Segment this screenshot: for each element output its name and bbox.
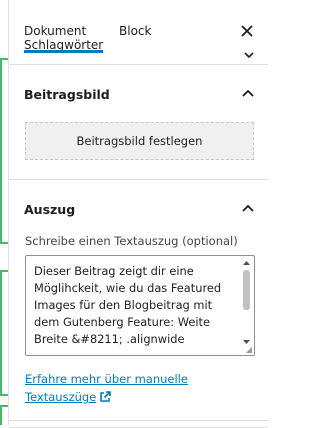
- featured-image-title: Beitragsbild: [24, 87, 110, 102]
- excerpt-title: Auszug: [24, 202, 76, 217]
- tab-block[interactable]: Block: [119, 24, 151, 38]
- scroll-up-icon[interactable]: [241, 258, 252, 268]
- excerpt-scrollbar[interactable]: [241, 258, 252, 353]
- sidebar-header: Dokument Schlagwörter Block: [9, 0, 268, 65]
- block-outline-marker: [0, 270, 2, 396]
- external-link-icon: [100, 391, 112, 402]
- block-outline-tick: [0, 242, 8, 244]
- close-icon: [241, 25, 253, 37]
- excerpt-textarea[interactable]: Dieser Beitrag zeigt dir eine Möglihckei…: [25, 255, 255, 356]
- block-outline-tick: [0, 405, 8, 407]
- block-outline-marker: [0, 58, 2, 244]
- excerpt-field-label: Schreibe einen Textauszug (optional): [25, 234, 238, 248]
- block-outline-tick: [0, 394, 8, 396]
- learn-more-excerpts-link[interactable]: Erfahre mehr über manuelle Textauszüge: [25, 370, 225, 406]
- learn-more-line2: Textauszüge: [25, 390, 97, 404]
- chevron-up-icon: [242, 204, 254, 212]
- tab-block-label: Block: [119, 24, 152, 38]
- tab-document[interactable]: Dokument Schlagwörter: [24, 24, 103, 52]
- featured-image-panel-toggle[interactable]: Beitragsbild: [9, 65, 268, 121]
- block-outline-tick: [0, 58, 8, 60]
- panel-divider: [9, 420, 269, 421]
- active-tab-indicator: [24, 50, 103, 53]
- chevron-up-icon: [242, 89, 254, 97]
- resize-handle-icon[interactable]: ◢: [246, 345, 252, 354]
- block-outline-marker: [0, 405, 2, 425]
- block-outline-tick: [0, 270, 8, 272]
- scrollbar-thumb[interactable]: [243, 270, 250, 310]
- learn-more-line1: Erfahre mehr über manuelle: [25, 372, 188, 386]
- settings-sidebar: Dokument Schlagwörter Block Beitragsbild…: [8, 0, 269, 428]
- excerpt-text: Dieser Beitrag zeigt dir eine Möglihckei…: [34, 264, 222, 346]
- set-featured-image-button[interactable]: Beitragsbild festlegen: [25, 122, 254, 160]
- excerpt-panel-toggle[interactable]: Auszug: [9, 180, 268, 236]
- close-sidebar-button[interactable]: [238, 22, 256, 40]
- tab-document-label: Dokument: [24, 24, 87, 38]
- chevron-down-icon[interactable]: [244, 44, 254, 63]
